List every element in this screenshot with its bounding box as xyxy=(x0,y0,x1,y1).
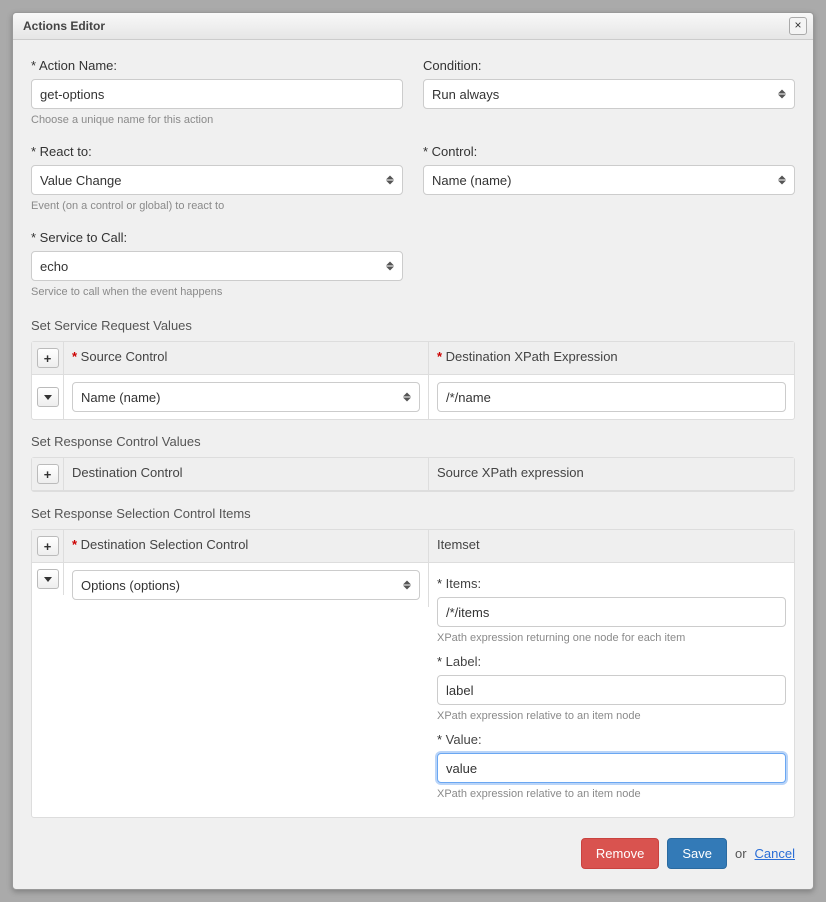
chevron-updown-icon xyxy=(403,393,411,402)
label-label: Label: xyxy=(437,654,786,669)
condition-label: Condition: xyxy=(423,58,795,73)
condition-value: Run always xyxy=(432,87,499,102)
dest-selection-select[interactable]: Options (options) xyxy=(72,570,420,600)
service-value: echo xyxy=(40,259,68,274)
chevron-updown-icon xyxy=(403,581,411,590)
dest-control-header: Destination Control xyxy=(64,458,429,490)
plus-icon: + xyxy=(44,352,52,365)
row-menu-button[interactable] xyxy=(37,387,59,407)
plus-icon: + xyxy=(44,468,52,481)
response-selection-grid: + Destination Selection Control Itemset … xyxy=(31,529,795,818)
items-label: Items: xyxy=(437,576,786,591)
dest-xpath-input[interactable] xyxy=(437,382,786,412)
add-row-button[interactable]: + xyxy=(37,536,59,556)
add-row-button[interactable]: + xyxy=(37,464,59,484)
source-control-select[interactable]: Name (name) xyxy=(72,382,420,412)
react-to-helper: Event (on a control or global) to react … xyxy=(31,200,403,212)
items-input[interactable] xyxy=(437,597,786,627)
cancel-link[interactable]: Cancel xyxy=(755,846,795,861)
condition-select[interactable]: Run always xyxy=(423,79,795,109)
request-values-grid: + Source Control Destination XPath Expre… xyxy=(31,341,795,420)
react-to-value: Value Change xyxy=(40,173,121,188)
label-helper: XPath expression relative to an item nod… xyxy=(437,710,786,722)
chevron-updown-icon xyxy=(386,176,394,185)
react-to-select[interactable]: Value Change xyxy=(31,165,403,195)
request-values-title: Set Service Request Values xyxy=(31,318,795,333)
chevron-down-icon xyxy=(44,577,52,582)
row-menu-button[interactable] xyxy=(37,569,59,589)
response-control-title: Set Response Control Values xyxy=(31,434,795,449)
plus-icon: + xyxy=(44,540,52,553)
react-to-label: React to: xyxy=(31,144,403,159)
dialog-body: Action Name: Choose a unique name for th… xyxy=(13,40,813,889)
control-label: Control: xyxy=(423,144,795,159)
service-select[interactable]: echo xyxy=(31,251,403,281)
or-text: or xyxy=(735,846,747,861)
items-helper: XPath expression returning one node for … xyxy=(437,632,786,644)
control-value: Name (name) xyxy=(432,173,511,188)
dialog-footer: Remove Save or Cancel xyxy=(31,832,795,871)
titlebar: Actions Editor × xyxy=(13,13,813,40)
chevron-updown-icon xyxy=(386,262,394,271)
action-name-label: Action Name: xyxy=(31,58,403,73)
chevron-updown-icon xyxy=(778,176,786,185)
service-label: Service to Call: xyxy=(31,230,403,245)
value-label: Value: xyxy=(437,732,786,747)
add-row-button[interactable]: + xyxy=(37,348,59,368)
source-xpath-header: Source XPath expression xyxy=(429,458,794,490)
service-helper: Service to call when the event happens xyxy=(31,286,403,298)
response-control-grid: + Destination Control Source XPath expre… xyxy=(31,457,795,492)
actions-editor-dialog: Actions Editor × Action Name: Choose a u… xyxy=(12,12,814,890)
close-icon[interactable]: × xyxy=(789,17,807,35)
action-name-helper: Choose a unique name for this action xyxy=(31,114,403,126)
chevron-down-icon xyxy=(44,395,52,400)
dialog-title: Actions Editor xyxy=(23,19,105,33)
value-helper: XPath expression relative to an item nod… xyxy=(437,788,786,800)
itemset-header: Itemset xyxy=(429,530,794,562)
value-input[interactable] xyxy=(437,753,786,783)
dest-selection-header: Destination Selection Control xyxy=(64,530,429,562)
dest-selection-value: Options (options) xyxy=(81,578,180,593)
label-input[interactable] xyxy=(437,675,786,705)
chevron-updown-icon xyxy=(778,90,786,99)
response-selection-title: Set Response Selection Control Items xyxy=(31,506,795,521)
dest-xpath-header: Destination XPath Expression xyxy=(429,342,794,374)
control-select[interactable]: Name (name) xyxy=(423,165,795,195)
remove-button[interactable]: Remove xyxy=(581,838,659,869)
action-name-input[interactable] xyxy=(31,79,403,109)
source-control-value: Name (name) xyxy=(81,390,160,405)
save-button[interactable]: Save xyxy=(667,838,727,869)
source-control-header: Source Control xyxy=(64,342,429,374)
